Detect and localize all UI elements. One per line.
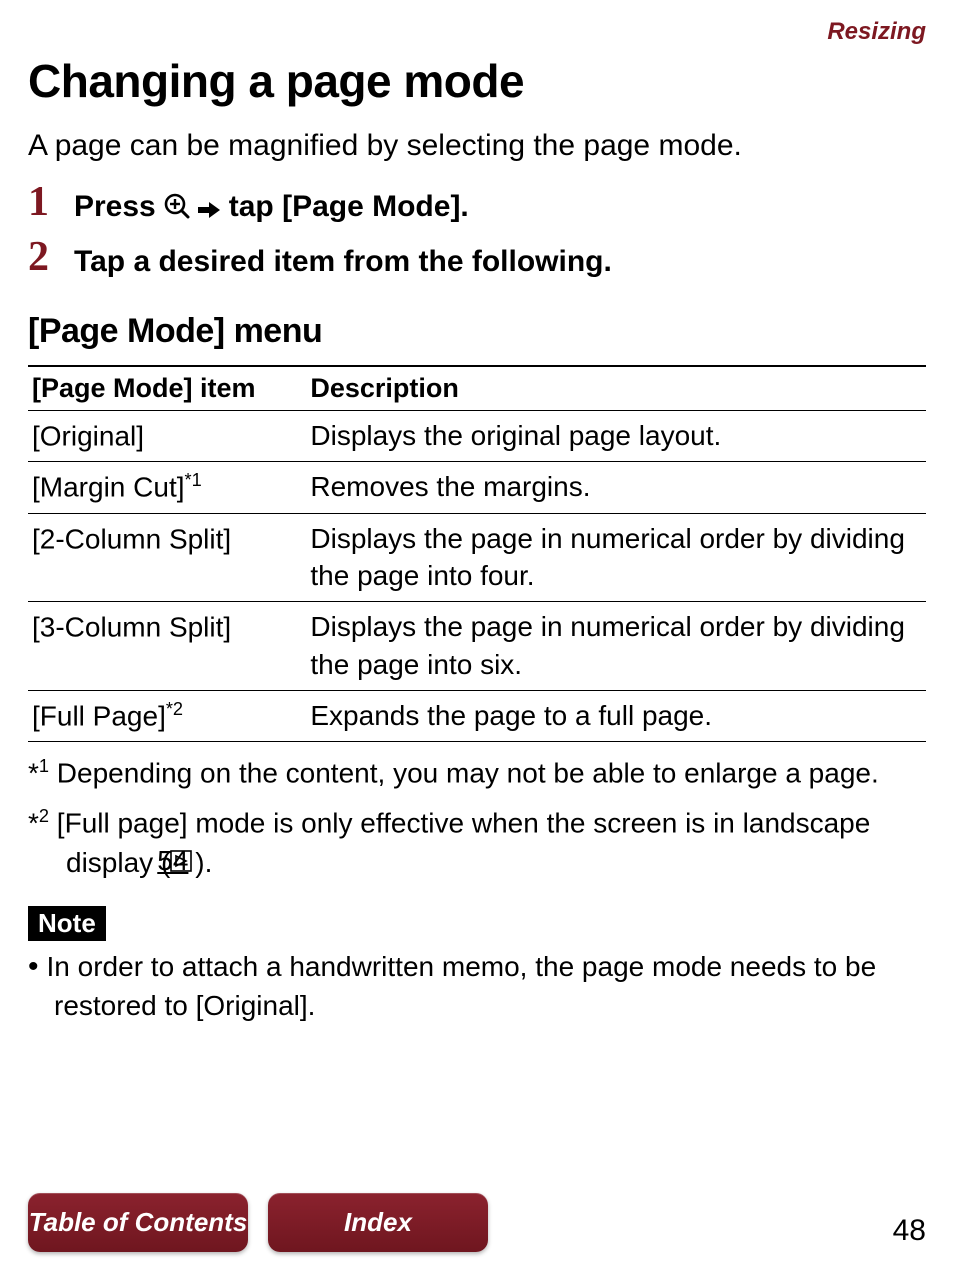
table-row: [2-Column Split] Displays the page in nu… xyxy=(28,513,926,602)
footnote-sup: 2 xyxy=(39,806,49,826)
mode-item: [Full Page] xyxy=(32,700,166,731)
menu-heading: [Page Mode] menu xyxy=(28,312,926,351)
table-row: [Original] Displays the original page la… xyxy=(28,411,926,462)
step-number: 2 xyxy=(28,236,74,278)
step-text-after: tap [Page Mode]. xyxy=(220,190,468,223)
arrow-right-icon xyxy=(198,187,220,228)
page-number: 48 xyxy=(893,1214,926,1252)
mode-desc: Expands the page to a full page. xyxy=(306,690,926,741)
section-link[interactable]: Resizing xyxy=(28,18,926,46)
table-row: [Full Page]*2 Expands the page to a full… xyxy=(28,690,926,741)
page-title: Changing a page mode xyxy=(28,54,926,108)
mode-desc: Removes the margins. xyxy=(306,462,926,513)
index-button[interactable]: Index xyxy=(268,1193,488,1252)
footnote-text-after: ). xyxy=(195,847,212,878)
intro-text: A page can be magnified by selecting the… xyxy=(28,126,926,167)
mode-sup: *2 xyxy=(166,699,183,719)
footer: Table of Contents Index 48 xyxy=(28,1193,926,1252)
step-text-before: Press xyxy=(74,190,164,223)
footnote-marker: * xyxy=(28,807,39,838)
step-2: 2 Tap a desired item from the following. xyxy=(28,236,926,283)
mode-item: [2-Column Split] xyxy=(32,523,231,554)
magnify-plus-icon xyxy=(164,187,190,228)
mode-item: [Margin Cut] xyxy=(32,472,185,503)
mode-item: [Original] xyxy=(32,421,144,452)
table-header-row: [Page Mode] item Description xyxy=(28,366,926,411)
footnote-text: Depending on the content, you may not be… xyxy=(49,757,879,788)
step-instruction: Press tap [Page Mode]. xyxy=(74,181,469,228)
mode-sup: *1 xyxy=(185,470,202,490)
note-text: In order to attach a handwritten memo, t… xyxy=(47,951,877,1022)
mode-desc: Displays the original page layout. xyxy=(306,411,926,462)
step-1: 1 Press tap [Page Mode]. xyxy=(28,181,926,228)
col-item: [Page Mode] item xyxy=(28,366,306,411)
mode-item: [3-Column Split] xyxy=(32,612,231,643)
footnote-2: *2 [Full page] mode is only effective wh… xyxy=(28,804,926,882)
table-row: [3-Column Split] Displays the page in nu… xyxy=(28,602,926,691)
footnote-sup: 1 xyxy=(39,756,49,776)
step-instruction: Tap a desired item from the following. xyxy=(74,236,612,283)
note-bullet: In order to attach a handwritten memo, t… xyxy=(28,947,926,1025)
step-number: 1 xyxy=(28,181,74,223)
toc-button[interactable]: Table of Contents xyxy=(28,1193,248,1252)
table-row: [Margin Cut]*1 Removes the margins. xyxy=(28,462,926,513)
col-desc: Description xyxy=(306,366,926,411)
footnote-1: *1 Depending on the content, you may not… xyxy=(28,754,926,792)
page-mode-table: [Page Mode] item Description [Original] … xyxy=(28,365,926,742)
mode-desc: Displays the page in numerical order by … xyxy=(306,602,926,691)
page-reference[interactable]: 54 xyxy=(170,842,195,880)
footnote-marker: * xyxy=(28,757,39,788)
note-label: Note xyxy=(28,906,106,941)
mode-desc: Displays the page in numerical order by … xyxy=(306,513,926,602)
